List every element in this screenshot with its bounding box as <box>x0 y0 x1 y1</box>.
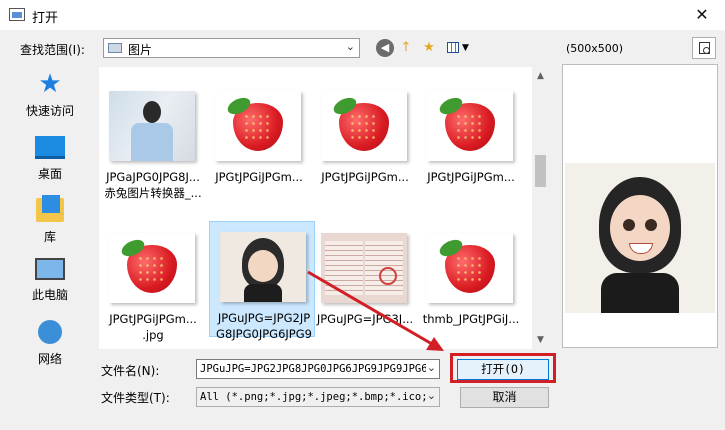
file-list[interactable]: JPGaJPG0JPG8J... 赤兔图片转换器_... JPGtJPGiJPGm… <box>99 67 532 349</box>
preview-image <box>565 163 715 313</box>
chevron-down-icon[interactable]: ⌄ <box>427 389 436 402</box>
place-this-pc[interactable]: 此电脑 <box>18 258 82 303</box>
filetype-label: 文件类型(T): <box>101 391 170 405</box>
file-item[interactable]: JPGtJPGiJPGm... <box>311 81 417 197</box>
file-thumbnail <box>427 91 513 161</box>
library-icon <box>36 195 64 222</box>
file-item[interactable]: thmb_JPGtJPGiJ... <box>417 223 523 339</box>
filename-label: 文件名(N): <box>101 364 160 378</box>
filetype-dropdown[interactable]: All (*.png;*.jpg;*.jpeg;*.bmp;*.ico;* ⌄ <box>196 387 440 407</box>
place-quick-access[interactable]: ★ 快速访问 <box>18 69 82 119</box>
scroll-up-arrow-icon[interactable]: ▲ <box>532 71 549 81</box>
new-folder-icon[interactable]: ★ <box>420 39 438 57</box>
up-folder-icon[interactable]: ↑ <box>397 39 415 57</box>
file-caption: thmb_JPGtJPGiJ... <box>422 312 520 326</box>
network-icon <box>38 320 62 344</box>
file-caption: JPGaJPG0JPG8J... 赤兔图片转换器_... <box>104 170 202 200</box>
place-network[interactable]: 网络 <box>18 320 82 367</box>
file-thumbnail <box>215 91 301 161</box>
file-caption: JPGtJPGiJPGm... <box>427 170 515 184</box>
look-in-value: 图片 <box>128 43 153 57</box>
file-caption: JPGuJPG=JPG3J... <box>316 312 414 326</box>
scroll-down-arrow-icon[interactable]: ▼ <box>532 335 549 345</box>
places-bar: ★ 快速访问 桌面 库 此电脑 网络 <box>18 66 98 386</box>
view-grid-icon <box>447 42 459 53</box>
place-label: 桌面 <box>37 167 62 181</box>
place-label: 此电脑 <box>31 288 68 302</box>
place-library[interactable]: 库 <box>18 195 82 245</box>
filename-value: JPGuJPG=JPG2JPG8JPG0JPG6JPG9JPG9JPG6J <box>200 363 426 375</box>
file-item[interactable]: JPGtJPGiJPGm... <box>205 81 311 197</box>
place-label: 快速访问 <box>25 104 74 118</box>
file-thumbnail <box>109 233 195 303</box>
window-title: 打开 <box>32 11 59 26</box>
close-button[interactable]: ✕ <box>679 0 725 30</box>
file-item[interactable]: JPGuJPG=JPG3J... <box>311 223 417 339</box>
file-item[interactable]: JPGtJPGiJPGm... .jpg <box>99 223 205 342</box>
preview-size-label: (500x500) <box>566 42 624 55</box>
vertical-scrollbar[interactable]: ▲ ▼ <box>532 67 549 349</box>
scrollbar-thumb[interactable] <box>535 155 546 187</box>
desktop-icon <box>35 136 65 159</box>
file-thumbnail <box>321 91 407 161</box>
filetype-value: All (*.png;*.jpg;*.jpeg;*.bmp;*.ico;* <box>200 391 426 403</box>
look-in-label: 查找范围(I): <box>20 43 85 57</box>
file-caption: JPGtJPGiJPGm... <box>215 170 303 184</box>
open-button-highlight <box>450 353 556 383</box>
cancel-button[interactable]: 取消 <box>460 387 549 408</box>
file-thumbnail <box>220 232 306 302</box>
file-caption: JPGuJPG=JPG2JP G8JPG0JPG6JPG9 <box>216 311 312 341</box>
window-icon <box>9 8 25 21</box>
file-thumbnail <box>321 233 407 303</box>
title-bar: 打开 ✕ <box>0 0 725 30</box>
place-label: 网络 <box>37 352 62 366</box>
place-desktop[interactable]: 桌面 <box>18 136 82 182</box>
chevron-down-icon[interactable]: ⌄ <box>427 361 436 374</box>
back-icon[interactable]: ◀ <box>376 39 394 57</box>
file-item-selected[interactable]: JPGuJPG=JPG2JP G8JPG0JPG6JPG9 <box>209 221 315 341</box>
file-thumbnail <box>427 233 513 303</box>
place-label: 库 <box>43 230 56 244</box>
file-caption: JPGtJPGiJPGm... .jpg <box>109 312 197 342</box>
image-preview <box>562 64 718 348</box>
dropdown-arrow-icon: ▼ <box>462 43 469 53</box>
pictures-folder-icon <box>108 43 122 53</box>
look-in-dropdown[interactable]: 图片 ⌄ <box>103 38 360 58</box>
preview-toggle-button[interactable] <box>692 37 716 59</box>
file-item[interactable]: JPGaJPG0JPG8J... 赤兔图片转换器_... <box>99 81 205 200</box>
view-menu-button[interactable]: ▼ <box>446 39 472 57</box>
file-item[interactable]: JPGtJPGiJPGm... <box>417 81 523 197</box>
chevron-down-icon[interactable]: ⌄ <box>346 40 355 53</box>
file-caption: JPGtJPGiJPGm... <box>321 170 409 184</box>
computer-icon <box>35 258 65 280</box>
star-icon: ★ <box>38 69 62 99</box>
file-thumbnail <box>109 91 195 161</box>
filename-input[interactable]: JPGuJPG=JPG2JPG8JPG0JPG6JPG9JPG9JPG6J ⌄ <box>196 359 440 379</box>
